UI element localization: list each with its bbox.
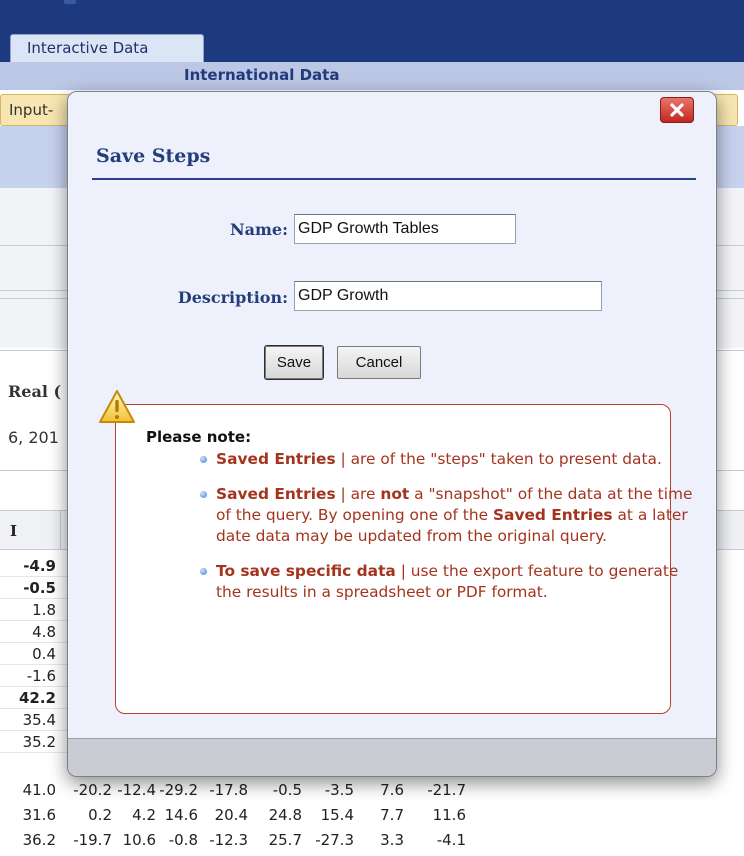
- close-icon[interactable]: [660, 97, 694, 123]
- table-cell: 3.3: [380, 831, 404, 849]
- table-cell: 11.6: [432, 806, 466, 824]
- table-cell: -4.1: [436, 831, 466, 849]
- table-cell: -0.5: [23, 579, 56, 597]
- table-cell: -17.8: [209, 781, 248, 799]
- tab-interactive-data[interactable]: Interactive Data: [10, 34, 204, 64]
- table-cell: 35.4: [22, 711, 56, 729]
- save-steps-dialog: Save Steps Name: Description: Save Cance…: [67, 91, 717, 777]
- table-cell: -21.7: [427, 781, 466, 799]
- table-cell: 31.6: [22, 806, 56, 824]
- note-emphasis: To save specific data: [216, 562, 396, 580]
- table-cell: 24.8: [268, 806, 302, 824]
- table-cell: 15.4: [320, 806, 354, 824]
- note-list: Saved Entries | are of the "steps" taken…: [198, 449, 698, 617]
- table-row: 36.2 -19.7 10.6 -0.8 -12.3 25.7 -27.3 3.3 -4.1: [0, 831, 560, 853]
- table-title-fragment: Real (: [8, 382, 62, 401]
- table-cell: -27.3: [315, 831, 354, 849]
- table-cell: 0.4: [32, 645, 56, 663]
- table-cell: -19.7: [73, 831, 112, 849]
- table-row: 41.0 -20.2 -12.4 -29.2 -17.8 -0.5 -3.5 7.6 -21.7: [0, 781, 560, 803]
- dialog-top-bar: [68, 92, 716, 128]
- table-row: 31.6 0.2 4.2 14.6 20.4 24.8 15.4 7.7 11.6: [0, 806, 560, 828]
- dialog-footer: [68, 738, 716, 776]
- note-emphasis: Saved Entries: [492, 506, 613, 524]
- table-cell: -3.5: [324, 781, 354, 799]
- release-date-fragment: 6, 201: [8, 428, 59, 447]
- table-cell: 42.2: [18, 689, 56, 707]
- column-separator: [60, 510, 61, 550]
- note-emphasis: Saved Entries: [216, 485, 336, 503]
- note-item: To save specific data | use the export f…: [198, 561, 698, 603]
- table-cell: 20.4: [214, 806, 248, 824]
- table-cell: -1.6: [26, 667, 56, 685]
- note-emphasis: Saved Entries: [216, 450, 336, 468]
- name-label: Name:: [229, 220, 288, 239]
- table-cell: -4.9: [23, 557, 56, 575]
- table-cell: -0.8: [168, 831, 198, 849]
- note-heading: Please note:: [146, 428, 252, 446]
- table-cell: 35.2: [22, 733, 56, 751]
- table-cell: 4.8: [32, 623, 56, 641]
- table-cell: 36.2: [22, 831, 56, 849]
- note-text: | are: [335, 485, 381, 503]
- save-button[interactable]: Save: [265, 346, 323, 379]
- table-cell: 41.0: [22, 781, 56, 799]
- section-title-bar: [0, 62, 744, 90]
- column-header-first: I: [10, 522, 18, 540]
- bullet-icon: [200, 568, 207, 575]
- table-cell: 14.6: [164, 806, 198, 824]
- bullet-icon: [200, 456, 207, 463]
- table-cell: 10.6: [122, 831, 156, 849]
- name-input[interactable]: [294, 214, 516, 244]
- table-cell: -12.3: [209, 831, 248, 849]
- table-cell: 25.7: [268, 831, 302, 849]
- table-cell: 0.2: [88, 806, 112, 824]
- header-fragment: [64, 0, 76, 4]
- note-item: Saved Entries | are not a "snapshot" of …: [198, 484, 698, 547]
- bullet-icon: [200, 491, 207, 498]
- table-cell: -29.2: [159, 781, 198, 799]
- section-title: International Data: [184, 66, 340, 84]
- table-cell: -0.5: [272, 781, 302, 799]
- table-cell: 7.7: [380, 806, 404, 824]
- cancel-button[interactable]: Cancel: [337, 346, 421, 379]
- warning-icon: [98, 389, 136, 425]
- table-cell: -12.4: [117, 781, 156, 799]
- description-label: Description:: [177, 288, 288, 307]
- description-input[interactable]: [294, 281, 602, 311]
- table-cell: -20.2: [73, 781, 112, 799]
- note-emphasis: not: [380, 485, 410, 503]
- table-cell: 1.8: [32, 601, 56, 619]
- table-cell: 7.6: [380, 781, 404, 799]
- dialog-title: Save Steps: [96, 145, 211, 167]
- note-text: | are of the "steps" taken to present da…: [335, 450, 662, 468]
- title-divider: [92, 178, 696, 180]
- table-cell: 4.2: [132, 806, 156, 824]
- note-item: Saved Entries | are of the "steps" taken…: [198, 449, 698, 470]
